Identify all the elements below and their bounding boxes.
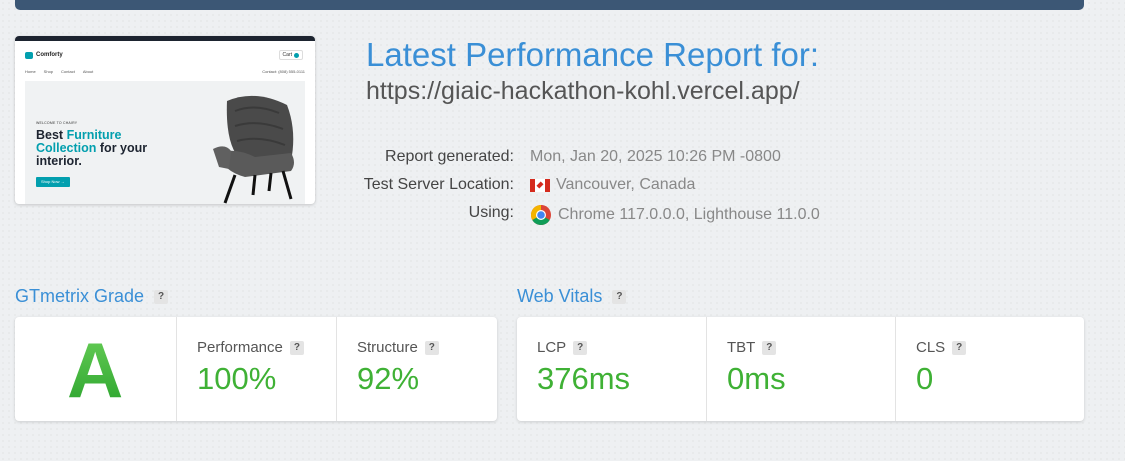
cls-help-icon[interactable]: ? <box>952 340 967 355</box>
cls-label: CLS <box>916 339 946 356</box>
using-label-wrap: Using: <box>366 204 514 224</box>
thumbnail-cart-label: Cart <box>282 52 292 58</box>
thumbnail-navbar: Comforty Cart <box>15 41 315 63</box>
lcp-value: 376ms <box>537 361 631 396</box>
structure-label-row: Structure ? <box>357 339 439 356</box>
cls-cell: CLS ? 0 <box>895 317 1084 421</box>
thumbnail-cart: Cart <box>278 50 303 60</box>
thumbnail-welcome: WELCOME TO CHAIRY <box>36 121 78 125</box>
grade-cell: A <box>15 317 176 421</box>
structure-label: Structure <box>357 339 418 356</box>
performance-label: Performance <box>197 339 283 356</box>
chair-logo-icon <box>25 51 33 59</box>
grade-letter: A <box>67 326 124 414</box>
chair-image <box>213 95 294 204</box>
location-value-text: Vancouver, Canada <box>556 176 696 193</box>
heading-part-3: Collection <box>36 141 97 155</box>
lcp-label-row: LCP ? <box>537 339 588 356</box>
tbt-label: TBT <box>727 339 756 356</box>
thumbnail-contact: Contact: (808) 555-0111 <box>262 69 305 74</box>
thumbnail-hero: WELCOME TO CHAIRY Best Furniture Collect… <box>25 81 305 204</box>
cart-badge-icon <box>294 52 299 58</box>
tbt-value: 0ms <box>727 361 786 396</box>
grade-help-icon[interactable]: ? <box>154 289 169 304</box>
heading-part-2: Furniture <box>66 128 122 142</box>
using-label: Using: <box>468 204 514 221</box>
location-label: Test Server Location: <box>363 176 514 193</box>
vitals-card: LCP ? 376ms TBT ? 0ms CLS ? 0 <box>517 317 1084 421</box>
thumbnail-heading: Best Furniture Collection for your inter… <box>36 129 147 168</box>
generated-value-text: Mon, Jan 20, 2025 10:26 PM -0800 <box>530 148 781 165</box>
structure-cell: Structure ? 92% <box>336 317 497 421</box>
vitals-help-icon[interactable]: ? <box>612 289 627 304</box>
structure-value: 92% <box>357 361 420 396</box>
canada-flag-icon <box>530 178 550 192</box>
heading-part-1: Best <box>36 128 67 142</box>
performance-cell: Performance ? 100% <box>176 317 336 421</box>
report-url[interactable]: https://giaic-hackathon-kohl.vercel.app/ <box>366 77 800 106</box>
heading-part-5: interior. <box>36 154 82 168</box>
page-screenshot-thumbnail[interactable]: Comforty Cart Home Shop Contact About Conta… <box>15 36 315 204</box>
using-value-text: Chrome 117.0.0.0, Lighthouse 11.0.0 <box>558 206 820 223</box>
cls-value: 0 <box>916 361 934 396</box>
grade-card: A Performance ? 100% Structure ? 92% <box>15 317 497 421</box>
web-vitals-heading: Web Vitals ? <box>517 286 627 307</box>
performance-help-icon[interactable]: ? <box>289 340 304 355</box>
lcp-cell: LCP ? 376ms <box>517 317 706 421</box>
location-label-wrap: Test Server Location: <box>363 176 514 196</box>
tbt-help-icon[interactable]: ? <box>762 340 777 355</box>
chrome-icon <box>531 205 551 225</box>
thumbnail-logo-text: Comforty <box>36 52 63 58</box>
thumbnail-logo: Comforty <box>25 51 63 59</box>
thumbnail-menu: Home Shop Contact About Contact: (808) 555-… <box>15 63 315 79</box>
using-value: Chrome 117.0.0.0, Lighthouse 11.0.0 <box>530 204 820 226</box>
tbt-label-row: TBT ? <box>727 339 777 356</box>
thumbnail-shop-button: Shop Now → <box>36 177 70 187</box>
gtmetrix-grade-heading: GTmetrix Grade ? <box>15 286 169 307</box>
structure-help-icon[interactable]: ? <box>424 340 439 355</box>
generated-value: Mon, Jan 20, 2025 10:26 PM -0800 <box>530 148 781 166</box>
tbt-cell: TBT ? 0ms <box>706 317 895 421</box>
report-title: Latest Performance Report for: <box>366 36 820 73</box>
top-banner <box>15 0 1084 10</box>
web-vitals-title: Web Vitals <box>517 286 603 306</box>
thumbnail-menu-shop: Shop <box>43 69 54 74</box>
performance-label-row: Performance ? <box>197 339 304 356</box>
thumbnail-menu-contact: Contact <box>61 69 75 74</box>
thumbnail-menu-home: Home <box>25 69 36 74</box>
performance-value: 100% <box>197 361 277 396</box>
generated-label: Report generated: <box>385 148 514 165</box>
gtmetrix-grade-title: GTmetrix Grade <box>15 286 145 306</box>
heading-part-4: for your <box>96 141 148 155</box>
generated-label-wrap: Report generated: <box>366 148 514 168</box>
thumbnail-menu-about: About <box>82 69 94 74</box>
lcp-label: LCP <box>537 339 567 356</box>
location-value: Vancouver, Canada <box>530 176 695 194</box>
cls-label-row: CLS ? <box>916 339 967 356</box>
lcp-help-icon[interactable]: ? <box>573 340 588 355</box>
